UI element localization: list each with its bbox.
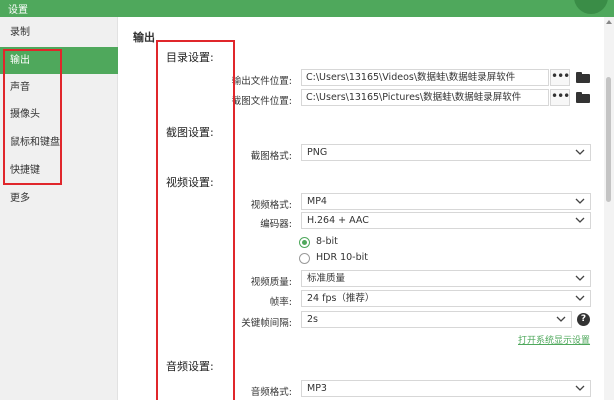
scrollbar[interactable] (604, 17, 614, 400)
chevron-down-icon (575, 149, 585, 155)
close-button[interactable] (574, 0, 608, 14)
sidebar-item-record[interactable]: 录制 (0, 19, 118, 46)
video-quality-value: 标准质量 (307, 273, 346, 284)
sidebar-highlight-box (3, 49, 62, 185)
screenshot-path-label: 截图文件位置: (231, 96, 292, 107)
scroll-thumb[interactable] (606, 77, 611, 202)
encoder-value: H.264 + AAC (307, 215, 369, 226)
chevron-down-icon (575, 275, 585, 281)
page-title: 输出 (133, 31, 155, 44)
radio-hdr10bit-label: HDR 10-bit (316, 252, 368, 263)
output-path-field[interactable]: C:\Users\13165\Videos\数据蛙\数据蛙录屏软件 (301, 69, 549, 86)
output-path-browse-button[interactable]: ••• (550, 69, 570, 86)
chevron-down-icon (575, 217, 585, 223)
video-format-value: MP4 (307, 196, 327, 207)
keyframe-interval-value: 2s (307, 314, 318, 325)
screenshot-path-browse-button[interactable]: ••• (550, 89, 570, 106)
title-bar: 设置 (0, 0, 614, 17)
audio-format-value: MP3 (307, 383, 327, 394)
audio-format-label: 音频格式: (250, 387, 292, 398)
screenshot-folder-icon[interactable] (576, 92, 590, 103)
screenshot-path-field[interactable]: C:\Users\13165\Pictures\数据蛙\数据蛙录屏软件 (301, 89, 549, 106)
screenshot-format-select[interactable]: PNG (301, 144, 591, 161)
encoder-select[interactable]: H.264 + AAC (301, 212, 591, 229)
radio-8bit-label: 8-bit (316, 236, 338, 247)
open-display-settings-link[interactable]: 打开系统显示设置 (518, 333, 590, 346)
window-title: 设置 (8, 5, 28, 16)
video-format-label: 视频格式: (250, 200, 292, 211)
video-format-select[interactable]: MP4 (301, 193, 591, 210)
frame-rate-value: 24 fps（推荐） (307, 293, 375, 304)
output-folder-icon[interactable] (576, 72, 590, 83)
chevron-down-icon (575, 295, 585, 301)
chevron-down-icon (575, 385, 585, 391)
encoder-label: 编码器: (260, 219, 292, 230)
video-quality-select[interactable]: 标准质量 (301, 270, 591, 287)
radio-hdr10bit[interactable] (299, 253, 310, 264)
frame-rate-select[interactable]: 24 fps（推荐） (301, 290, 591, 307)
chevron-down-icon (556, 316, 566, 322)
keyframe-interval-select[interactable]: 2s (301, 311, 572, 328)
scroll-up-arrow-icon[interactable] (606, 20, 612, 24)
sidebar-item-more[interactable]: 更多 (0, 185, 118, 212)
keyframe-interval-label: 关键帧间隔: (241, 318, 292, 329)
screenshot-format-label: 截图格式: (250, 151, 292, 162)
help-icon[interactable]: ? (577, 313, 590, 326)
radio-8bit[interactable] (299, 237, 310, 248)
screenshot-format-value: PNG (307, 147, 328, 158)
sections-highlight-box (156, 40, 235, 400)
audio-format-select[interactable]: MP3 (301, 380, 591, 397)
output-path-label: 输出文件位置: (231, 76, 292, 87)
frame-rate-label: 帧率: (269, 297, 292, 308)
video-quality-label: 视频质量: (250, 277, 292, 288)
chevron-down-icon (575, 198, 585, 204)
